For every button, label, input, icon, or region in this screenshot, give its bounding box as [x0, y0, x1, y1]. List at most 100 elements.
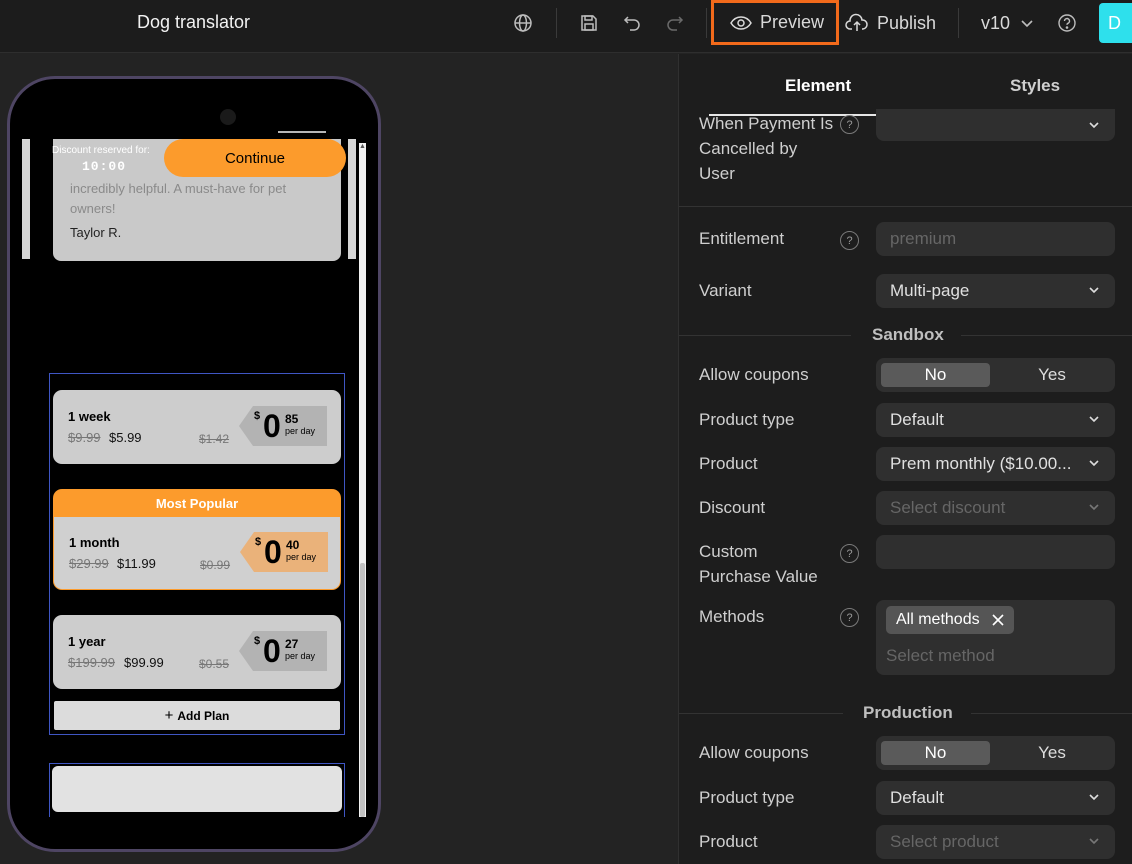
close-icon[interactable]: [990, 612, 1006, 628]
continue-button[interactable]: Continue: [164, 139, 346, 177]
globe-icon[interactable]: [512, 12, 534, 34]
app-title: Dog translator: [137, 12, 251, 32]
price-tag: $ 0 85 per day: [239, 406, 327, 446]
price-cents: 40: [286, 538, 300, 552]
avatar[interactable]: D: [1099, 3, 1132, 43]
chevron-down-icon: [1089, 794, 1099, 801]
product-type-value: Default: [890, 788, 944, 807]
product-placeholder: Select product: [890, 832, 999, 851]
price-tag: $ 0 27 per day: [239, 631, 327, 671]
product-type-select[interactable]: Default: [876, 781, 1115, 815]
plan-old-daily: $1.42: [199, 432, 230, 446]
price-cents: 27: [285, 637, 299, 651]
version-selector[interactable]: v10: [981, 10, 1034, 36]
properties-panel: Element Styles When Payment Is Cancelled…: [678, 54, 1132, 864]
sandbox-section-title: Sandbox: [872, 325, 944, 344]
plan-card-week[interactable]: 1 week $9.99 $5.99 $1.42 $ 0 85 per day: [53, 390, 341, 464]
sticky-offer-bar: Discount reserved for: 10:00 Continue: [22, 139, 359, 181]
variant-value: Multi-page: [890, 281, 970, 300]
add-plan-label: Add Plan: [177, 708, 230, 723]
toggle-no[interactable]: No: [881, 363, 990, 387]
divider: [679, 206, 1132, 207]
tab-element[interactable]: Element: [785, 76, 851, 96]
product-label: Product: [699, 832, 758, 851]
methods-placeholder: Select method: [886, 646, 995, 665]
chevron-down-icon: [1089, 287, 1099, 294]
price-per-day: per day: [285, 426, 316, 436]
editor-canvas: incredibly helpful. A must-have for pet …: [0, 54, 678, 864]
production-section-title: Production: [863, 703, 953, 722]
price-per-day: per day: [285, 651, 316, 661]
scrollbar-thumb[interactable]: [360, 563, 365, 817]
methods-multiselect[interactable]: All methods Select method: [876, 600, 1115, 675]
help-icon[interactable]: ?: [840, 544, 859, 563]
allow-coupons-toggle[interactable]: No Yes: [876, 736, 1115, 770]
entitlement-label: Entitlement: [699, 229, 785, 248]
product-type-label: Product type: [699, 410, 795, 429]
chevron-down-icon: [1089, 504, 1099, 511]
plan-name: 1 week: [68, 409, 111, 424]
publish-button[interactable]: Publish: [845, 10, 936, 36]
divider: [679, 713, 843, 714]
save-icon[interactable]: [578, 12, 600, 34]
variant-label: Variant: [699, 281, 752, 300]
cancel-action-select[interactable]: [876, 109, 1115, 141]
divider: [958, 8, 959, 38]
allow-coupons-toggle[interactable]: No Yes: [876, 358, 1115, 392]
toggle-yes[interactable]: Yes: [994, 741, 1110, 765]
price-currency: $: [254, 635, 261, 647]
product-select[interactable]: Prem monthly ($10.00...: [876, 447, 1115, 481]
cloud-upload-icon: [845, 13, 868, 31]
plan-old-price: $199.99: [68, 655, 115, 670]
discount-label: Discount: [699, 498, 766, 517]
scroll-up-arrow[interactable]: ▲: [359, 143, 366, 150]
entitlement-input[interactable]: premium: [876, 222, 1115, 256]
add-plan-button[interactable]: + Add Plan: [54, 701, 340, 730]
product-type-select[interactable]: Default: [876, 403, 1115, 437]
redo-icon[interactable]: [664, 12, 686, 34]
help-icon[interactable]: ?: [840, 115, 859, 134]
toggle-no[interactable]: No: [881, 741, 990, 765]
plan-old-price: $29.99: [69, 556, 109, 571]
price-tag: $ 0 40 per day: [240, 532, 328, 572]
variant-select[interactable]: Multi-page: [876, 274, 1115, 308]
divider: [706, 8, 707, 38]
discount-select[interactable]: Select discount: [876, 491, 1115, 525]
help-icon[interactable]: [1056, 12, 1078, 34]
tab-styles[interactable]: Styles: [1010, 76, 1060, 96]
button-placeholder-group[interactable]: [49, 763, 345, 817]
plan-card-month[interactable]: 1 month $29.99 $11.99 $0.99 $ 0 40 per d…: [53, 517, 341, 590]
preview-label: Preview: [760, 12, 825, 32]
product-label: Product: [699, 454, 758, 473]
help-icon[interactable]: ?: [840, 608, 859, 627]
plans-container[interactable]: 1 week $9.99 $5.99 $1.42 $ 0 85 per day …: [49, 373, 345, 735]
phone-status-line: [278, 131, 326, 133]
toggle-yes[interactable]: Yes: [994, 363, 1110, 387]
preview-button[interactable]: Preview: [711, 0, 839, 45]
plan-old-daily: $0.99: [200, 558, 231, 572]
plan-name: 1 month: [69, 535, 120, 550]
version-label: v10: [981, 12, 1011, 33]
countdown-timer: 10:00: [82, 159, 127, 174]
chevron-down-icon: [1089, 838, 1099, 845]
placeholder-block[interactable]: [52, 766, 342, 812]
undo-icon[interactable]: [621, 12, 643, 34]
chevron-down-icon: [1021, 20, 1033, 28]
discount-label: Discount reserved for:: [52, 145, 150, 156]
product-select[interactable]: Select product: [876, 825, 1115, 859]
plan-new-price: $5.99: [109, 430, 142, 445]
review-text: incredibly helpful. A must-have for pet …: [70, 181, 287, 216]
method-chip[interactable]: All methods: [886, 606, 1014, 634]
plan-new-price: $99.99: [124, 655, 164, 670]
chevron-down-icon: [1089, 122, 1099, 129]
price-currency: $: [254, 410, 261, 422]
price-currency: $: [255, 536, 262, 548]
help-icon[interactable]: ?: [840, 231, 859, 250]
allow-coupons-label: Allow coupons: [699, 743, 809, 762]
price-integer: 0: [263, 633, 281, 669]
divider: [679, 335, 851, 336]
chevron-down-icon: [1089, 416, 1099, 423]
divider: [971, 713, 1132, 714]
custom-purchase-value-input[interactable]: [876, 535, 1115, 569]
plan-card-year[interactable]: 1 year $199.99 $99.99 $0.55 $ 0 27 per d…: [53, 615, 341, 689]
